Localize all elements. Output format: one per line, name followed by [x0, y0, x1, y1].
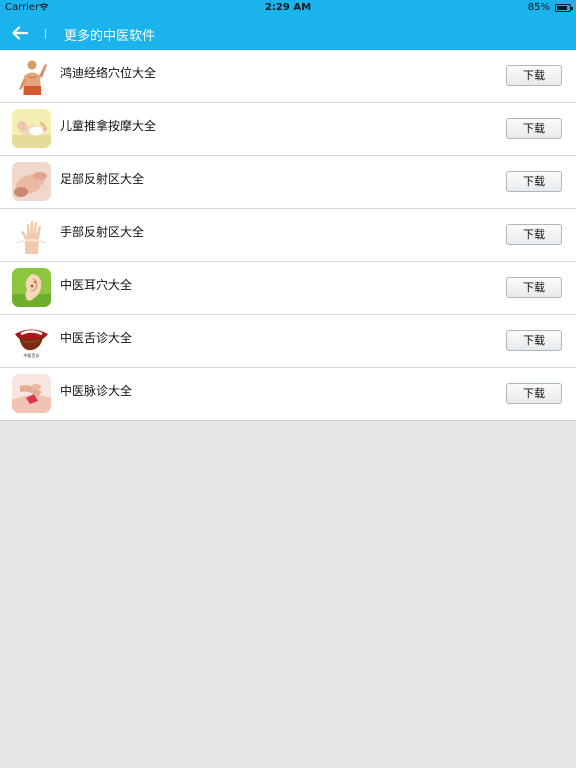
icon-caption: 中医舌诊 — [23, 353, 40, 358]
pulse-diagnosis-icon — [12, 374, 51, 413]
meridian-man-icon — [12, 56, 51, 95]
download-button[interactable]: 下载 — [506, 171, 562, 192]
ear-acupoint-icon — [12, 268, 51, 307]
app-name: 足部反射区大全 — [60, 172, 145, 186]
battery-percent: 85% — [527, 2, 550, 13]
list-item: 足部反射区大全 下载 — [0, 156, 576, 209]
download-button[interactable]: 下载 — [506, 277, 562, 298]
battery-icon — [555, 4, 573, 12]
tongue-diagnosis-icon: 中医舌诊 — [12, 321, 51, 360]
app-name: 中医耳穴大全 — [60, 278, 133, 292]
app-name: 手部反射区大全 — [60, 225, 145, 239]
app-name: 鸿迪经络穴位大全 — [60, 66, 157, 80]
list-item: 中医脉诊大全 下载 — [0, 368, 576, 421]
page-title: 更多的中医软件 — [64, 29, 156, 44]
foot-reflex-icon — [12, 162, 51, 201]
app-name: 儿童推拿按摩大全 — [60, 119, 157, 133]
list-item: 中医耳穴大全 下载 — [0, 262, 576, 315]
download-button[interactable]: 下载 — [506, 65, 562, 86]
download-button[interactable]: 下载 — [506, 330, 562, 351]
back-arrow-icon[interactable] — [8, 21, 32, 45]
clock: 2:29 AM — [264, 2, 312, 13]
list-item: 鸿迪经络穴位大全 下载 — [0, 50, 576, 103]
hand-reflex-icon — [12, 215, 51, 254]
nav-bar: 更多的中医软件 — [0, 17, 576, 50]
download-button[interactable]: 下载 — [506, 224, 562, 245]
download-button[interactable]: 下载 — [506, 118, 562, 139]
list-item: 儿童推拿按摩大全 下载 — [0, 103, 576, 156]
list-item: 中医舌诊 中医舌诊大全 下载 — [0, 315, 576, 368]
battery-fill — [557, 6, 567, 10]
nav-divider — [45, 29, 46, 39]
app-name: 中医脉诊大全 — [60, 384, 133, 398]
download-button[interactable]: 下载 — [506, 383, 562, 404]
list-item: 手部反射区大全 下载 — [0, 209, 576, 262]
app-name: 中医舌诊大全 — [60, 331, 133, 345]
app-list: 鸿迪经络穴位大全 下载 儿童推拿按摩大全 下载 足部反射区大全 下载 手部反射区… — [0, 50, 576, 421]
status-bar: Carrier 2:29 AM 85% — [0, 0, 576, 17]
battery-nub — [571, 7, 573, 10]
baby-massage-icon — [12, 109, 51, 148]
